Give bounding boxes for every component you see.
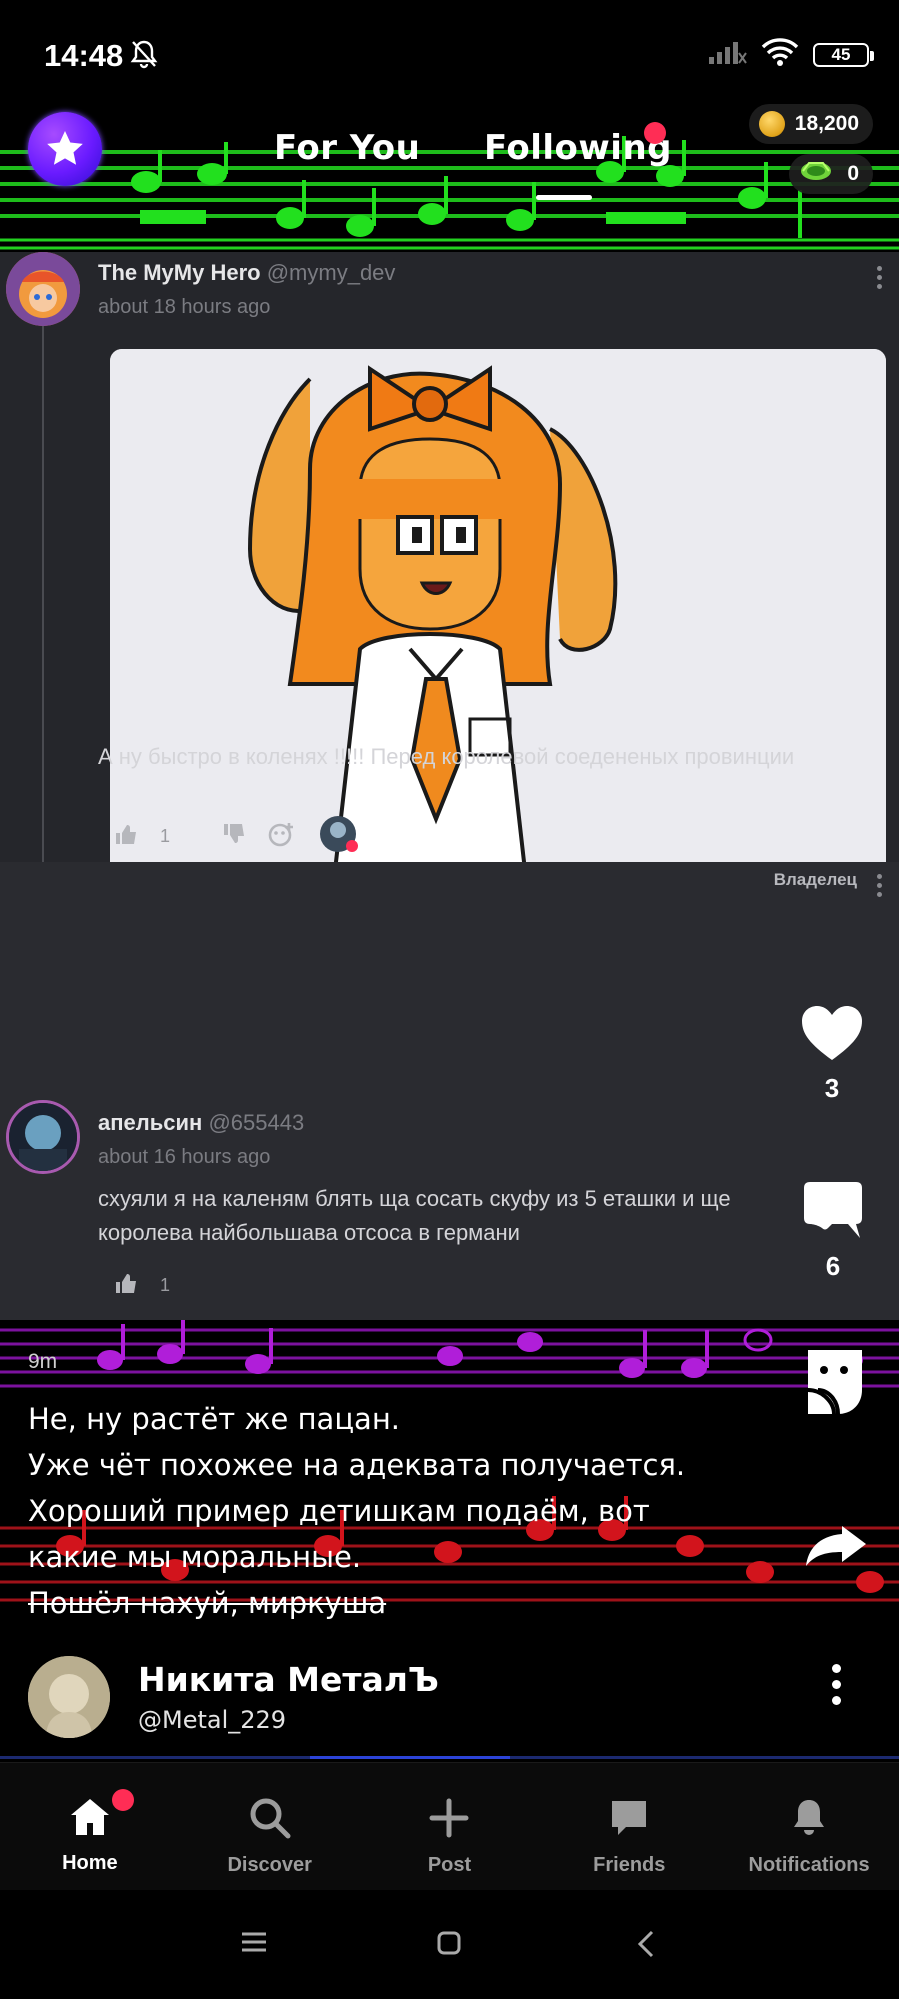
- following-notification-dot: [644, 122, 666, 144]
- home-icon: [69, 1797, 111, 1842]
- reply-block: [0, 862, 899, 1320]
- home-notification-dot: [112, 1789, 134, 1811]
- sticker-button[interactable]: [804, 1346, 866, 1421]
- nav-post[interactable]: Post: [360, 1763, 540, 1891]
- heart-icon: [800, 1004, 864, 1067]
- caption-text: Не, ну растёт же пацан. Уже чёт похожее …: [28, 1396, 685, 1626]
- comment-button[interactable]: 6: [802, 1180, 864, 1282]
- mymy-avatar: [6, 252, 80, 326]
- caption-area: 9m Не, ну растёт же пацан. Уже чёт похож…: [0, 1320, 899, 1620]
- reply-author-handle: @655443: [208, 1110, 305, 1135]
- author-handle[interactable]: @Metal_229: [138, 1706, 286, 1734]
- post-actions: 1: [114, 814, 359, 859]
- wifi-icon: [761, 38, 799, 71]
- active-tab-indicator: [536, 195, 592, 200]
- author-name[interactable]: Никита МеталЪ: [138, 1660, 439, 1699]
- reply-like-count: 1: [160, 1275, 171, 1295]
- more-options-icon[interactable]: [832, 1664, 841, 1705]
- reply-text-line: королева найбольшава отсоса в германи: [98, 1220, 520, 1245]
- caption-line: Не, ну растёт же пацан.: [28, 1402, 401, 1436]
- reply-author-name: апельсин: [98, 1110, 203, 1135]
- post-more-icon[interactable]: [877, 266, 882, 289]
- share-button[interactable]: [804, 1524, 868, 1573]
- post-author-handle: @mymy_dev: [266, 260, 396, 285]
- coin-count: 18,200: [794, 112, 859, 135]
- gem-count: 0: [847, 162, 859, 185]
- back-icon[interactable]: [636, 1930, 656, 1963]
- reply-more-icon[interactable]: [877, 874, 882, 897]
- like-count: 3: [824, 1073, 840, 1103]
- nav-notifications[interactable]: Notifications: [719, 1763, 899, 1891]
- reply-text: схуяли я на каленям блять ща сосать скуф…: [98, 1182, 731, 1250]
- battery-icon: 45: [813, 42, 874, 67]
- reply-actions: 1: [114, 1272, 170, 1299]
- post-author-name: The MyMy Hero: [98, 260, 261, 285]
- post-author[interactable]: The MyMy Hero @mymy_dev: [98, 260, 395, 286]
- reply-author[interactable]: апельсин @655443: [98, 1110, 304, 1136]
- comment-count: 6: [825, 1251, 841, 1281]
- nav-label: Post: [427, 1854, 472, 1876]
- nav-friends[interactable]: Friends: [539, 1763, 719, 1891]
- post-time: about 18 hours ago: [98, 296, 271, 318]
- like-button[interactable]: 3: [800, 1004, 864, 1104]
- caption-line: Хороший пример детишкам подаём, вот: [28, 1494, 650, 1528]
- nav-discover[interactable]: Discover: [180, 1763, 360, 1891]
- post-text: А ну быстро в коленях !!!!! Перед короле…: [98, 744, 795, 769]
- bell-muted-icon: [128, 38, 160, 75]
- bottom-nav: Home Discover Post Friends Notifications: [0, 1762, 899, 1890]
- chat-icon: [608, 1797, 650, 1844]
- nav-label: Friends: [593, 1854, 666, 1876]
- signal-icon: [707, 39, 747, 70]
- battery-level: 45: [831, 44, 851, 64]
- caption-line-struck: Пошёл нахуй, миркуша: [28, 1586, 387, 1620]
- reply-time: about 16 hours ago: [98, 1146, 271, 1168]
- gem-icon: [799, 159, 833, 189]
- like-count: 1: [160, 826, 171, 846]
- caption-line: Уже чёт похожее на адеквата получается.: [28, 1448, 686, 1482]
- caption-line: какие мы моральные.: [28, 1540, 362, 1574]
- post-media-screenshot[interactable]: The MyMy Hero @mymy_dev about 18 hours a…: [0, 252, 899, 1320]
- comment-icon: [802, 1180, 864, 1245]
- caption-time: 9m: [28, 1350, 58, 1373]
- status-bar: 14:48 45: [0, 0, 899, 110]
- sticker-icon: [804, 1346, 866, 1421]
- plus-icon: [428, 1797, 470, 1844]
- author-avatar[interactable]: [28, 1656, 110, 1738]
- reaction-avatar: [318, 814, 359, 859]
- share-arrow-icon: [804, 1524, 868, 1573]
- owner-badge: Владелец: [773, 870, 857, 889]
- nav-label: Notifications: [748, 1854, 870, 1876]
- add-reaction-icon[interactable]: [268, 821, 296, 852]
- reply-text-line: схуяли я на каленям блять ща сосать скуф…: [98, 1186, 731, 1211]
- nav-home[interactable]: Home: [0, 1763, 180, 1891]
- app-logo-star-icon[interactable]: [28, 112, 102, 186]
- nav-label: Home: [62, 1852, 118, 1874]
- reply-avatar: [6, 1100, 80, 1174]
- coin-icon: [758, 111, 785, 137]
- tab-for-you[interactable]: For You: [274, 128, 420, 168]
- menu-icon[interactable]: [240, 1930, 268, 1959]
- thumbs-up-icon[interactable]: [114, 823, 138, 850]
- bell-icon: [788, 1797, 830, 1844]
- thumbs-down-icon[interactable]: [222, 823, 246, 850]
- coin-balance[interactable]: 18,200: [748, 104, 873, 144]
- status-time: 14:48: [44, 38, 124, 73]
- gem-balance[interactable]: 0: [789, 154, 873, 194]
- search-icon: [249, 1797, 291, 1844]
- thumbs-up-icon[interactable]: [114, 1272, 138, 1299]
- system-nav-bar: [0, 1890, 899, 1999]
- home-square-icon[interactable]: [436, 1930, 462, 1961]
- video-progress-bar[interactable]: [0, 1756, 899, 1759]
- nav-label: Discover: [227, 1854, 312, 1876]
- top-header: For You Following 18,200 0: [0, 100, 899, 252]
